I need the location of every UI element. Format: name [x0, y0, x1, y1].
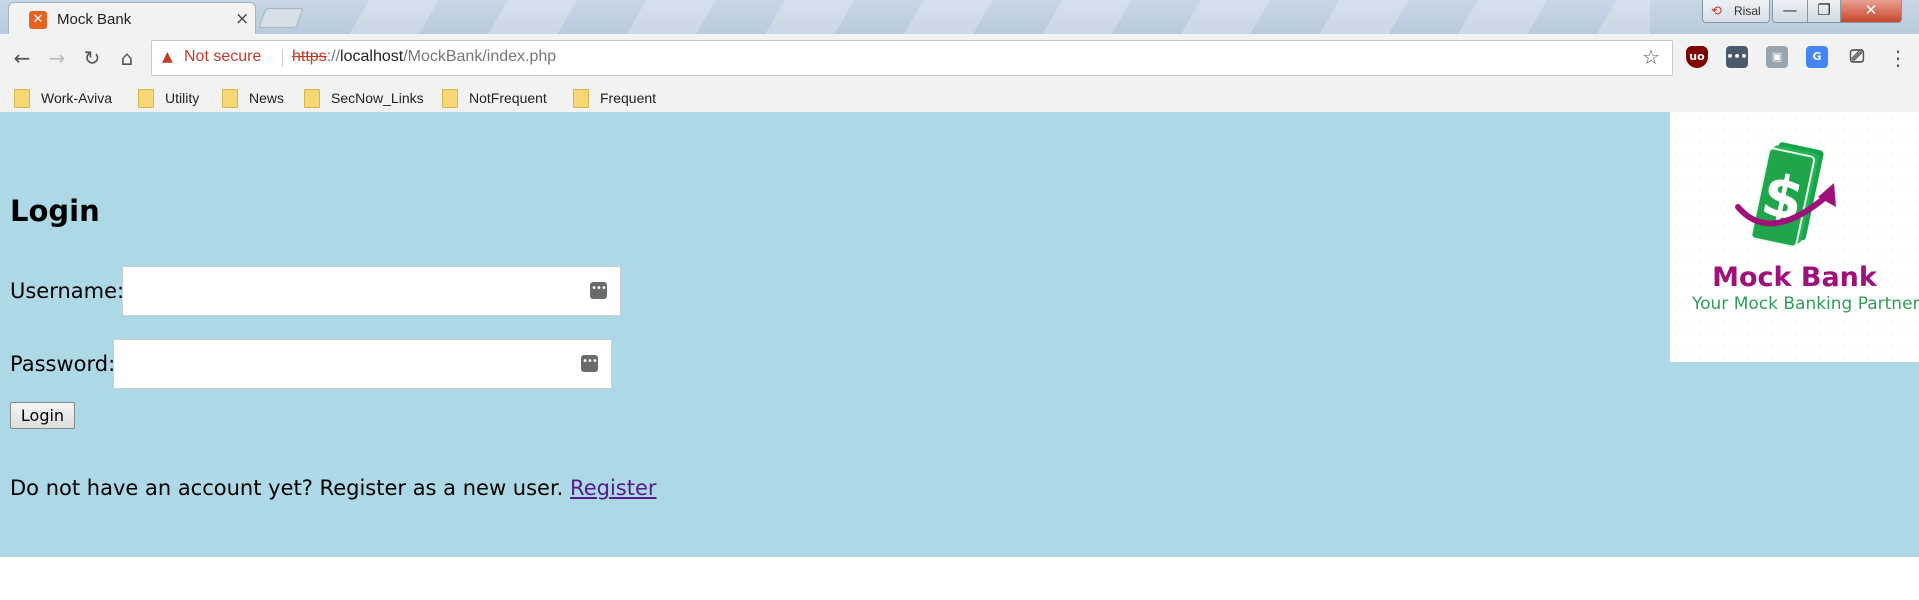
bookmark-label: News [249, 90, 285, 106]
minimize-button[interactable]: — [1772, 0, 1808, 23]
new-tab-button[interactable] [258, 8, 304, 28]
forward-arrow-icon[interactable]: → [45, 46, 69, 70]
folder-icon [14, 89, 30, 108]
profile-name: Risal [1734, 4, 1761, 18]
minimize-icon: — [1782, 1, 1798, 19]
cast-icon[interactable]: ⎚ [1846, 46, 1868, 68]
sync-error-icon: ⟲ [1711, 3, 1722, 18]
security-status[interactable]: Not secure [184, 48, 261, 66]
browser-menu-icon[interactable]: ⋮ [1888, 46, 1908, 70]
profile-button[interactable]: ⟲ Risal [1702, 0, 1770, 23]
url-text[interactable]: https://localhost/MockBank/index.php [292, 48, 556, 66]
money-growth-icon: $ [1735, 142, 1836, 248]
username-input[interactable] [122, 266, 621, 316]
url-separator: :// [326, 48, 341, 65]
ublock-origin-icon[interactable]: uo [1686, 46, 1708, 68]
register-prompt-text: Do not have an account yet? Register as … [10, 476, 564, 500]
warning-icon[interactable]: ▲ [162, 49, 173, 65]
bookmark-label: Utility [165, 90, 200, 106]
folder-icon [222, 89, 238, 108]
page-title: Login [10, 194, 100, 228]
bookmark-label: Frequent [600, 90, 657, 106]
register-prompt: Do not have an account yet? Register as … [10, 476, 657, 500]
password-manager-field-icon[interactable]: ••• [581, 355, 598, 372]
password-manager-field-icon[interactable]: ••• [590, 282, 607, 299]
titlebar-background [300, 0, 1650, 34]
home-icon[interactable]: ⌂ [115, 46, 139, 70]
logo-name: Mock Bank [1712, 262, 1877, 293]
folder-icon [138, 89, 154, 108]
extension-icon[interactable]: ▣ [1766, 46, 1788, 68]
password-input[interactable] [113, 339, 612, 389]
maximize-button[interactable]: ❐ [1807, 0, 1841, 23]
reload-icon[interactable]: ↻ [80, 46, 104, 70]
username-label: Username: [10, 279, 125, 303]
browser-tab[interactable]: ✕ Mock Bank × [8, 2, 256, 34]
bank-logo: $ Mock Bank Your Mock Banking Partner! [1670, 112, 1919, 362]
omnibox-divider [282, 49, 283, 67]
address-bar[interactable]: ▲ Not secure https://localhost/MockBank/… [151, 40, 1673, 76]
maximize-icon: ❐ [1817, 1, 1831, 19]
password-manager-icon[interactable]: ••• [1726, 46, 1748, 68]
url-scheme: https [292, 48, 327, 65]
google-translate-icon[interactable]: G [1806, 46, 1828, 68]
tab-close-icon[interactable]: × [235, 9, 249, 29]
url-path: /MockBank/index.php [403, 48, 557, 65]
browser-titlebar: ✕ Mock Bank × ⟲ Risal — ❐ ✕ [0, 0, 1919, 34]
login-button[interactable]: Login [10, 402, 75, 429]
folder-icon [573, 89, 589, 108]
register-link[interactable]: Register [570, 476, 656, 500]
logo-tagline: Your Mock Banking Partner! [1692, 294, 1919, 314]
folder-icon [442, 89, 458, 108]
folder-icon [304, 89, 320, 108]
password-label: Password: [10, 352, 116, 376]
tab-title: Mock Bank [57, 11, 132, 28]
url-host: localhost [340, 48, 404, 65]
close-window-button[interactable]: ✕ [1840, 0, 1902, 23]
bookmark-star-icon[interactable]: ☆ [1642, 45, 1660, 69]
login-page: Login Username: ••• Password: ••• Login … [0, 112, 1919, 557]
xampp-favicon-icon: ✕ [29, 11, 47, 29]
bookmark-label: NotFrequent [469, 90, 547, 106]
browser-toolbar: ← → ↻ ⌂ ▲ Not secure https://localhost/M… [0, 34, 1919, 84]
back-arrow-icon[interactable]: ← [10, 46, 34, 70]
bookmark-label: Work-Aviva [41, 90, 113, 106]
bookmarks-bar: Work-Aviva Utility News SecNow_Links Not… [0, 84, 1919, 113]
bookmark-label: SecNow_Links [331, 90, 424, 106]
close-icon: ✕ [1864, 1, 1878, 19]
